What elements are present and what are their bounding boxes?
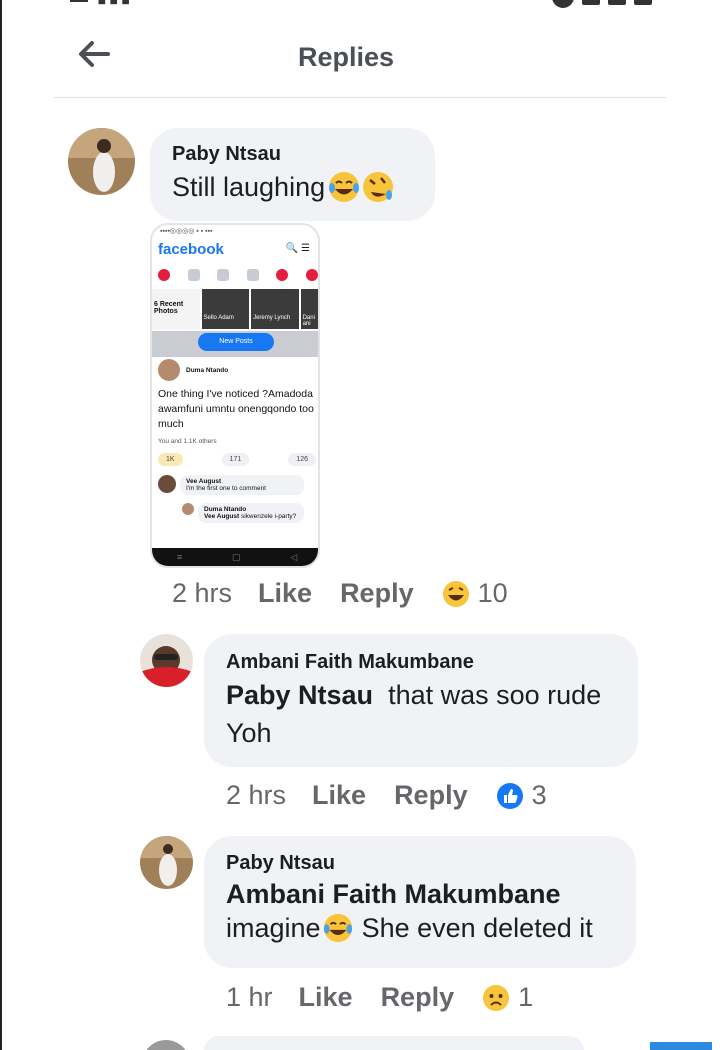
reply-button[interactable]: Reply (381, 982, 455, 1013)
attached-status-bar: ▪▪▪▪◎◎◎◎ ▪ ▪ ▪▪▪ (160, 228, 213, 235)
attached-reply: Duma Ntando Vee August sikwenzele i-part… (182, 503, 304, 523)
comment-bubble[interactable]: Ambani Faith Makumbane Paby Ntsau that w… (204, 634, 638, 767)
comment-text: imagine (226, 912, 321, 943)
attached-screenshot[interactable]: ▪▪▪▪◎◎◎◎ ▪ ▪ ▪▪▪ facebook 🔍 ☰ 6 Recent P… (150, 223, 320, 568)
avatar[interactable] (142, 1040, 190, 1050)
attached-comment-avatar (158, 475, 176, 493)
comment-author[interactable]: Paby Ntsau (226, 852, 614, 875)
comment-text: She even deleted it (361, 912, 593, 943)
tears-of-joy-emoji-icon (329, 172, 360, 202)
attached-android-nav: ≡ ▢ ◁ (152, 548, 318, 566)
reply-button[interactable]: Reply (394, 780, 468, 811)
avatar[interactable] (68, 128, 135, 195)
attached-comment-author: Vee August (186, 478, 222, 485)
frame-edge (0, 0, 2, 1050)
attached-strip-item: Dani ani (300, 289, 318, 329)
page-title: Replies (297, 42, 395, 72)
attached-count-reactions: 1K (158, 453, 183, 466)
attached-count-shares: 126 (288, 453, 316, 466)
reaction-count: 1 (518, 982, 534, 1012)
attached-strip-item: Jeremy Lynch (251, 289, 299, 329)
status-left-icons: ▬ ▮▮▮ (70, 0, 133, 7)
attached-reply-text: sikwenzele i-party? (240, 513, 297, 520)
comment-bubble[interactable]: Paby Ntsau Still laughing (150, 128, 435, 221)
comment-time[interactable]: 2 hrs (172, 578, 232, 609)
attached-stories-strip: 6 Recent Photos Sello Adam Jeremy Lynch … (152, 289, 318, 329)
attached-new-posts-pill: New Posts (198, 333, 274, 351)
laughing-face-icon (442, 580, 469, 607)
attached-post-author: Duma Ntando (186, 366, 229, 374)
comment-text-line: imagine She even deleted it (226, 912, 614, 944)
attached-comment-bubble: Vee August I'm the first one to comment (180, 475, 304, 495)
avatar[interactable] (140, 836, 193, 889)
attached-reply-author: Duma Ntando (204, 506, 247, 513)
comment-author[interactable]: Paby Ntsau (172, 143, 413, 166)
tears-of-joy-emoji-icon (323, 913, 352, 943)
avatar-photo-icon (140, 634, 193, 687)
attached-counts: 1K 171 126 (158, 453, 316, 466)
like-button[interactable]: Like (258, 578, 312, 609)
reaction-summary[interactable]: 10 (442, 578, 508, 609)
like-button[interactable]: Like (299, 982, 353, 1013)
attached-strip-item: Sello Adam (201, 289, 250, 329)
attached-nav-icons (158, 269, 318, 283)
attached-count-comments: 171 (221, 453, 250, 466)
comment-actions: 2 hrs Like Reply 10 (172, 578, 508, 609)
like-thumb-icon (496, 782, 523, 809)
attached-search-menu-icon: 🔍 ☰ (285, 243, 310, 254)
reaction-summary[interactable]: 1 (482, 982, 533, 1013)
avatar-photo-icon (140, 836, 193, 889)
header: Replies (0, 28, 720, 98)
reply-button[interactable]: Reply (340, 578, 414, 609)
attached-reactions-line: You and 1.1K others (158, 438, 217, 445)
reaction-count: 10 (477, 578, 508, 608)
comment-time[interactable]: 2 hrs (226, 780, 286, 811)
attached-strip-item: 6 Recent Photos (152, 289, 200, 329)
comment-time[interactable]: 1 hr (226, 982, 273, 1013)
like-button[interactable]: Like (312, 780, 366, 811)
rolling-laughing-emoji-icon (363, 172, 394, 202)
avatar[interactable] (140, 634, 193, 687)
sad-face-icon (483, 984, 510, 1011)
mention-link[interactable]: Paby Ntsau (226, 680, 373, 710)
avatar-photo-icon (68, 128, 135, 195)
attached-reply-bubble: Duma Ntando Vee August sikwenzele i-part… (198, 503, 304, 523)
attached-post-avatar (158, 359, 180, 381)
attached-comment-text: I'm the first one to comment (186, 485, 266, 492)
attached-reply-mention: Vee August (204, 513, 240, 520)
mention-link[interactable]: Ambani Faith Makumbane (226, 879, 614, 910)
comment-actions: 2 hrs Like Reply 3 (226, 780, 547, 811)
reaction-summary[interactable]: 3 (496, 780, 547, 811)
status-bar: ▬ ▮▮▮ (0, 0, 720, 10)
attached-app-name: facebook (158, 241, 224, 258)
attached-comment: Vee August I'm the first one to comment (158, 475, 304, 495)
reaction-count: 3 (531, 780, 547, 810)
status-network-icon (582, 0, 600, 5)
attached-post-text: One thing I've noticed ?Amadoda awamfuni… (158, 388, 314, 430)
status-right-icons (552, 0, 652, 8)
comment-actions: 1 hr Like Reply 1 (226, 982, 533, 1013)
comment-text-line: Still laughing (172, 170, 413, 204)
comment-bubble[interactable]: Paby Ntsau Ambani Faith Makumbane imagin… (204, 836, 636, 968)
comment-author[interactable]: Ambani Faith Makumbane (226, 651, 616, 674)
status-battery-icon (634, 0, 652, 5)
status-signal-icon (608, 0, 626, 5)
attached-post-header: Duma Ntando (158, 359, 228, 381)
status-circle-icon (552, 0, 574, 8)
comment-bubble[interactable] (204, 1036, 584, 1050)
header-divider (54, 97, 666, 98)
comment-text: Still laughing (172, 171, 326, 202)
attached-reply-avatar (182, 503, 194, 515)
scroll-indicator[interactable] (650, 1042, 712, 1050)
comment-text-line: Paby Ntsau that was soo rude Yoh (226, 676, 616, 752)
